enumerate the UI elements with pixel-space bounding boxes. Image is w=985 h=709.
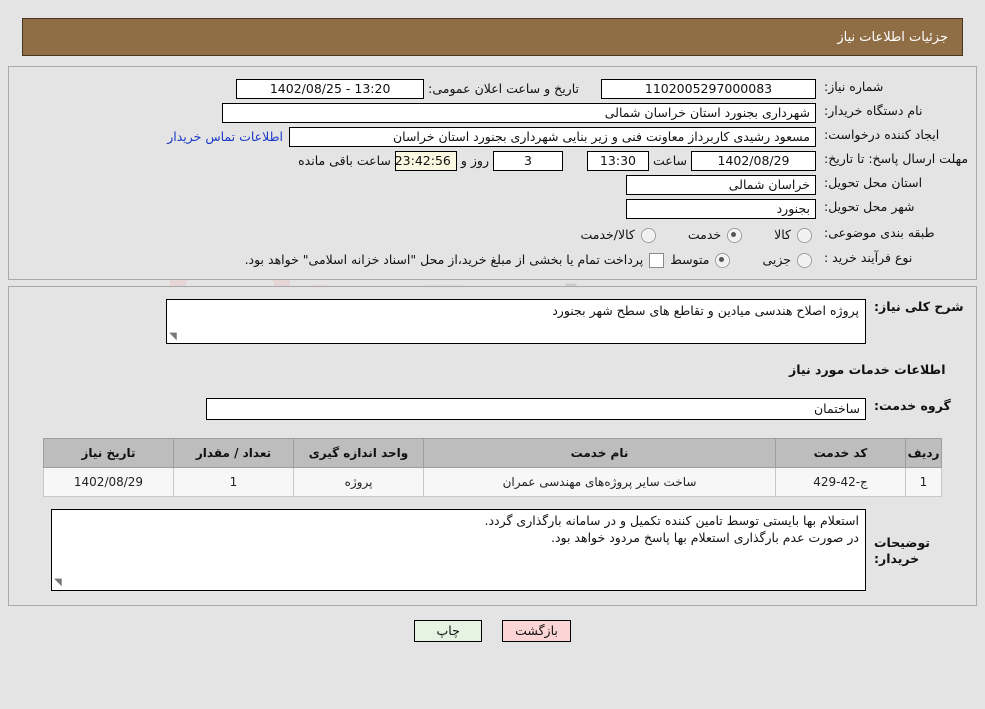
cell-index: 1 (905, 467, 942, 497)
deadline-time-value: 13:30 (586, 151, 649, 171)
services-section-title: اطلاعات خدمات مورد نیاز (789, 362, 946, 377)
category-radio-2[interactable] (640, 228, 656, 243)
purchase-type-radio-group: جزیی متوسط (668, 250, 816, 269)
resize-grip-icon-2[interactable]: ◤ (54, 577, 64, 588)
treasury-note: پرداخت تمام یا بخشی از مبلغ خرید،از محل … (244, 252, 644, 267)
row-service-group: گروه خدمت: ساختمان (9, 396, 976, 422)
buyer-org-value: شهرداری بجنورد استان خراسان شمالی (222, 103, 816, 123)
label-deadline: مهلت ارسال پاسخ: تا تاریخ: (824, 151, 969, 166)
service-group-value: ساختمان (206, 398, 866, 420)
category-radio-group: کالا خدمت کالا/خدمت (578, 225, 816, 244)
label-buyer-notes: توضیحات خریدار: (874, 535, 930, 566)
category-radio-1[interactable] (727, 228, 743, 243)
label-need-number: شماره نیاز: (824, 79, 884, 94)
announce-datetime-value: 13:20 - 1402/08/25 (236, 79, 425, 99)
label-category: طبقه بندی موضوعی: (824, 225, 935, 240)
row-services-title: اطلاعات خدمات مورد نیاز (9, 360, 976, 380)
purchase-type-label-0: جزیی (762, 252, 791, 267)
cell-name: ساخت سایر پروژه‌های مهندسی عمران (423, 467, 776, 497)
resize-grip-icon[interactable]: ◤ (169, 331, 179, 342)
category-label-1: خدمت (687, 227, 722, 242)
deadline-date-value: 1402/08/29 (691, 151, 816, 171)
category-label-2: کالا/خدمت (580, 227, 635, 242)
label-city: شهر محل تحویل: (824, 199, 915, 214)
label-days-and: روز و (460, 153, 489, 168)
treasury-checkbox[interactable] (649, 253, 665, 268)
remaining-days-value: 3 (492, 151, 563, 171)
cell-unit: پروژه (293, 467, 424, 497)
back-button[interactable]: بازگشت (502, 620, 571, 642)
col-index: ردیف (905, 438, 942, 468)
page-title: جزئیات اطلاعات نیاز (837, 29, 948, 45)
cell-quantity: 1 (173, 467, 294, 497)
label-announce-datetime: تاریخ و ساعت اعلان عمومی: (428, 81, 579, 96)
footer-buttons: بازگشت چاپ (0, 620, 985, 642)
buyer-notes-line-0: استعلام بها بایستی توسط تامین کننده تکمی… (484, 513, 860, 528)
need-number-value: 1102005297000083 (601, 79, 816, 99)
purchase-type-radio-0[interactable] (797, 253, 812, 268)
col-unit: واحد اندازه گیری (293, 438, 424, 468)
row-city: شهر محل تحویل: بجنورد (9, 197, 976, 221)
purchase-type-label-1: متوسط (670, 252, 710, 267)
province-value: خراسان شمالی (626, 175, 816, 195)
label-province: استان محل تحویل: (824, 175, 923, 190)
row-deadline: مهلت ارسال پاسخ: تا تاریخ: 1402/08/29 سا… (9, 149, 976, 173)
creator-value: مسعود رشیدی کاربرداز معاونت فنی و زیر بن… (289, 127, 816, 147)
category-radio-0[interactable] (797, 228, 812, 243)
label-hour: ساعت (652, 153, 687, 168)
buyer-contact-link[interactable]: اطلاعات تماس خریدار (161, 127, 289, 147)
city-value: بجنورد (626, 199, 816, 219)
label-remaining-suffix: ساعت باقی مانده (298, 153, 391, 168)
col-name: نام خدمت (423, 438, 776, 468)
row-category: طبقه بندی موضوعی: کالا خدمت کالا/خدمت (9, 221, 976, 246)
page-root: جزئیات اطلاعات نیاز شماره نیاز: 11020052… (0, 18, 985, 642)
row-buyer-org: نام دستگاه خریدار: شهرداری بجنورد استان … (9, 101, 976, 125)
row-creator: ایجاد کننده درخواست: مسعود رشیدی کاربردا… (9, 125, 976, 149)
col-need-date: تاریخ نیاز (43, 438, 174, 468)
table-row: 1 ج-42-429 ساخت سایر پروژه‌های مهندسی عم… (43, 467, 942, 497)
buyer-notes-line-1: در صورت عدم بارگذاری استعلام بها پاسخ مر… (550, 530, 859, 545)
services-table-header-row: ردیف کد خدمت نام خدمت واحد اندازه گیری ت… (43, 438, 942, 468)
label-purchase-type: نوع فرآیند خرید : (824, 250, 913, 265)
services-table-wrapper: ردیف کد خدمت نام خدمت واحد اندازه گیری ت… (9, 438, 976, 497)
cell-need-date: 1402/08/29 (43, 467, 174, 497)
print-button[interactable]: چاپ (414, 620, 483, 642)
page-header: جزئیات اطلاعات نیاز (22, 18, 963, 56)
row-need-number: شماره نیاز: 1102005297000083 تاریخ و ساع… (9, 75, 976, 101)
purchase-type-radio-1[interactable] (715, 253, 731, 268)
col-quantity: تعداد / مقدار (173, 438, 294, 468)
row-purchase-type: نوع فرآیند خرید : جزیی متوسط پرداخت تمام… (9, 246, 976, 271)
details-panel: شرح کلی نیاز: پروژه اصلاح هندسی میادین و… (8, 286, 977, 606)
label-service-group: گروه خدمت: (874, 398, 951, 413)
row-province: استان محل تحویل: خراسان شمالی (9, 173, 976, 197)
row-buyer-notes: توضیحات خریدار: استعلام بها بایستی توسط … (9, 507, 976, 593)
label-creator: ایجاد کننده درخواست: (824, 127, 940, 142)
general-desc-value: پروژه اصلاح هندسی میادین و تقاطع های سطح… (552, 303, 859, 318)
row-general-desc: شرح کلی نیاز: پروژه اصلاح هندسی میادین و… (9, 297, 976, 346)
remaining-clock-value: 23:42:56 (394, 151, 457, 171)
label-buyer-org: نام دستگاه خریدار: (824, 103, 923, 118)
summary-panel: شماره نیاز: 1102005297000083 تاریخ و ساع… (8, 66, 977, 280)
col-code: کد خدمت (775, 438, 906, 468)
buyer-notes-textarea[interactable]: استعلام بها بایستی توسط تامین کننده تکمی… (51, 509, 866, 591)
services-table: ردیف کد خدمت نام خدمت واحد اندازه گیری ت… (43, 438, 942, 497)
general-desc-textarea[interactable]: پروژه اصلاح هندسی میادین و تقاطع های سطح… (166, 299, 866, 344)
cell-code: ج-42-429 (775, 467, 906, 497)
category-label-0: کالا (774, 227, 791, 242)
label-general-desc: شرح کلی نیاز: (874, 299, 964, 314)
